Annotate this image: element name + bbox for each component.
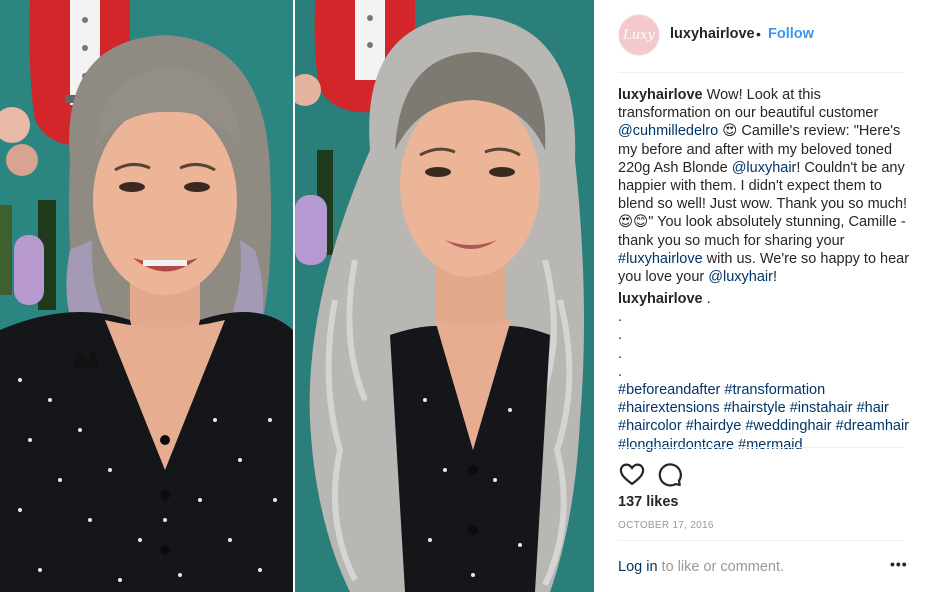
post-side-panel: Luxy luxyhairlove • Follow luxyhairlove … xyxy=(594,0,928,592)
follow-button[interactable]: Follow xyxy=(768,26,814,42)
comment-bubble-icon[interactable] xyxy=(655,460,683,488)
caption-text-6: ! xyxy=(772,269,777,286)
header-separator-dot: • xyxy=(756,26,761,42)
caption-text-4: " You look absolutely stunning, Camille … xyxy=(618,214,906,249)
emoji-heart-eyes: 😍 xyxy=(722,123,738,140)
login-link[interactable]: Log in xyxy=(618,559,658,575)
post-caption: luxyhairlove Wow! Look at this transform… xyxy=(618,86,910,286)
hashtag-list: #beforeandafter #transformation #hairext… xyxy=(618,381,910,454)
dot-line: . xyxy=(618,345,623,362)
before-photo xyxy=(0,0,293,592)
mention-luxyhair[interactable]: @luxyhair xyxy=(732,160,797,176)
more-options-icon[interactable]: ••• xyxy=(890,556,908,572)
hashtag[interactable]: #hairextensions xyxy=(618,400,720,416)
post-header: Luxy luxyhairlove • Follow xyxy=(594,0,928,72)
hashtag[interactable]: #instahair xyxy=(790,400,853,416)
mention-cuhmilledelro[interactable]: @cuhmilledelro xyxy=(618,123,718,139)
hashtag[interactable]: #hairstyle xyxy=(724,400,786,416)
post-date: OCTOBER 17, 2016 xyxy=(618,520,714,531)
dot-line: . xyxy=(618,327,623,344)
hashtag[interactable]: #haircolor xyxy=(618,418,682,434)
dot-line: . xyxy=(618,363,623,380)
hashtag[interactable]: #hairdye xyxy=(686,418,742,434)
mention-luxyhair-2[interactable]: @luxyhair xyxy=(708,269,773,285)
avatar[interactable]: Luxy xyxy=(618,14,660,56)
hashtag-comment: luxyhairlove . . . . . #beforeandafter #… xyxy=(618,290,910,454)
post-image[interactable] xyxy=(0,0,594,592)
likes-count[interactable]: 137 likes xyxy=(618,494,678,510)
header-divider xyxy=(618,72,904,73)
login-prompt: Log in to like or comment. xyxy=(618,559,784,575)
hashtag-luxyhairlove[interactable]: #luxyhairlove xyxy=(618,251,703,267)
hashtag[interactable]: #beforeandafter xyxy=(618,382,720,398)
hashtag[interactable]: #weddinghair xyxy=(745,418,831,434)
dot-line: . xyxy=(618,309,623,326)
hashtag[interactable]: #dreamhair xyxy=(836,418,909,434)
hashtag[interactable]: #longhairdontcare xyxy=(618,437,734,453)
comment-suffix: . xyxy=(706,291,711,307)
hashtag[interactable]: #hair xyxy=(857,400,889,416)
comment-username[interactable]: luxyhairlove xyxy=(618,291,703,307)
dot-lines: . . . . xyxy=(618,308,910,381)
avatar-logo-text: Luxy xyxy=(623,27,655,43)
hashtag[interactable]: #mermaid xyxy=(738,437,802,453)
footer-divider xyxy=(618,540,904,541)
actions-divider xyxy=(618,447,904,448)
caption-username[interactable]: luxyhairlove xyxy=(618,87,703,103)
login-prompt-text: to like or comment. xyxy=(661,559,785,575)
header-username[interactable]: luxyhairlove xyxy=(670,26,755,42)
hashtag[interactable]: #transformation xyxy=(724,382,825,398)
after-photo xyxy=(295,0,594,592)
emoji-pair: 😍😊 xyxy=(618,214,649,231)
heart-icon[interactable] xyxy=(618,460,646,488)
